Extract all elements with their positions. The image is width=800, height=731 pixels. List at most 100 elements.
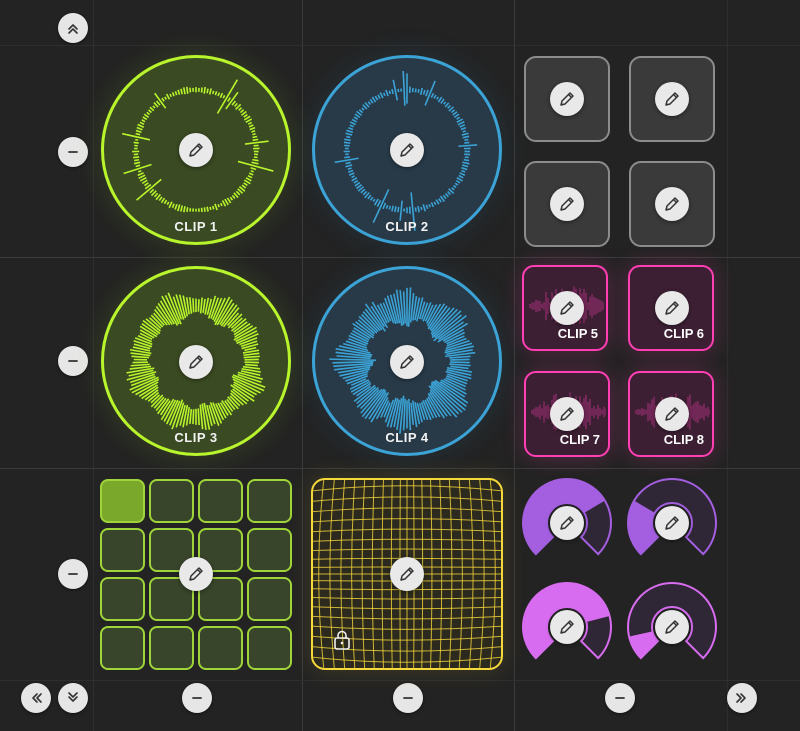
edit-pad-button[interactable] <box>550 82 584 116</box>
edit-clip-6-button[interactable] <box>655 291 689 325</box>
pencil-icon <box>560 620 574 634</box>
remove-row-1-button[interactable] <box>58 137 88 167</box>
waveform-bar <box>164 96 167 100</box>
waveform-bar <box>440 98 445 104</box>
waveform-bar <box>453 184 457 189</box>
waveform-bar <box>189 297 193 314</box>
waveform-bar <box>142 116 148 121</box>
remove-row-3-button[interactable] <box>58 559 88 589</box>
waveform-bar <box>451 187 455 191</box>
grid-line <box>0 45 800 46</box>
edit-clip-5-button[interactable] <box>550 291 584 325</box>
step-cell[interactable] <box>100 479 145 523</box>
waveform-bar <box>169 93 173 98</box>
waveform-bar <box>444 102 450 108</box>
waveform-bar <box>392 79 399 101</box>
waveform-bar <box>214 203 218 211</box>
waveform-bar <box>235 190 241 196</box>
waveform-bar <box>160 197 166 204</box>
waveform-bar <box>171 92 175 97</box>
waveform-bar <box>134 158 140 162</box>
waveform-bar <box>247 121 253 125</box>
edit-pad-button[interactable] <box>655 187 689 221</box>
pencil-icon <box>560 407 574 421</box>
step-cell[interactable] <box>198 479 243 523</box>
waveform-bar <box>197 408 200 426</box>
grid-line <box>0 680 800 681</box>
step-cell[interactable] <box>247 626 292 670</box>
step-cell[interactable] <box>198 626 243 670</box>
waveform-bar <box>189 408 193 425</box>
remove-column-1-button[interactable] <box>182 683 212 713</box>
clip-label: CLIP 7 <box>559 432 600 447</box>
waveform-bar <box>433 94 437 99</box>
waveform-bar <box>206 206 209 212</box>
waveform-bar <box>186 207 189 213</box>
scroll-left-button[interactable] <box>21 683 51 713</box>
step-cell[interactable] <box>247 528 292 572</box>
pencil-icon <box>665 407 679 421</box>
waveform-bar <box>166 201 170 206</box>
scroll-right-button[interactable] <box>727 683 757 713</box>
waveform-bar <box>158 196 163 202</box>
edit-knob-3-button[interactable] <box>550 610 584 644</box>
waveform-bar <box>238 107 243 111</box>
waveform-bar <box>135 132 141 136</box>
edit-pad-button[interactable] <box>550 187 584 221</box>
pencil-icon <box>400 355 414 369</box>
waveform-bar <box>219 92 224 98</box>
edit-clip-3-button[interactable] <box>179 345 213 379</box>
waveform-bar <box>425 89 429 97</box>
scroll-bottom-button[interactable] <box>58 683 88 713</box>
edit-clip-2-button[interactable] <box>390 133 424 167</box>
edit-knob-4-button[interactable] <box>655 610 689 644</box>
scroll-top-button[interactable] <box>58 13 88 43</box>
waveform-bar <box>155 100 161 106</box>
pencil-icon <box>665 92 679 106</box>
edit-pad-button[interactable] <box>655 82 689 116</box>
edit-clip-8-button[interactable] <box>655 397 689 431</box>
grid-line <box>514 0 515 731</box>
waveform-bar <box>211 90 215 95</box>
waveform-bar <box>443 101 447 105</box>
step-cell[interactable] <box>100 577 145 621</box>
waveform-bar <box>346 135 351 139</box>
waveform-bar <box>133 161 141 165</box>
waveform-bar <box>447 191 452 196</box>
step-cell[interactable] <box>247 577 292 621</box>
edit-clip-1-button[interactable] <box>179 133 213 167</box>
edit-xy-pad-button[interactable] <box>390 557 424 591</box>
waveform-bar <box>176 204 181 212</box>
remove-column-3-button[interactable] <box>605 683 635 713</box>
step-cell[interactable] <box>149 626 194 670</box>
remove-row-2-button[interactable] <box>58 346 88 376</box>
edit-knob-1-button[interactable] <box>550 506 584 540</box>
waveform-bar <box>141 119 146 123</box>
remove-column-2-button[interactable] <box>393 683 423 713</box>
edit-clip-4-button[interactable] <box>390 345 424 379</box>
waveform-bar <box>437 96 443 103</box>
edit-clip-7-button[interactable] <box>550 397 584 431</box>
waveform-bar <box>224 198 229 206</box>
step-cell[interactable] <box>149 479 194 523</box>
step-cell[interactable] <box>247 479 292 523</box>
lock-icon[interactable] <box>333 630 351 650</box>
clip-label: CLIP 8 <box>663 432 704 447</box>
waveform-bar <box>174 91 178 96</box>
step-cell[interactable] <box>100 528 145 572</box>
waveform-bar <box>206 88 209 94</box>
edit-step-grid-button[interactable] <box>179 557 213 591</box>
waveform-bar <box>250 170 254 173</box>
waveform-bar <box>414 88 417 93</box>
waveform-bar <box>449 363 471 367</box>
waveform-bar <box>377 94 381 99</box>
waveform-bar <box>241 184 247 189</box>
waveform-bar <box>436 96 439 100</box>
step-cell[interactable] <box>100 626 145 670</box>
edit-knob-2-button[interactable] <box>655 506 689 540</box>
waveform-bar <box>453 113 460 119</box>
waveform-bar <box>388 205 392 210</box>
waveform-bar <box>249 126 256 131</box>
waveform-bar <box>345 164 353 168</box>
grid-line <box>302 0 303 731</box>
